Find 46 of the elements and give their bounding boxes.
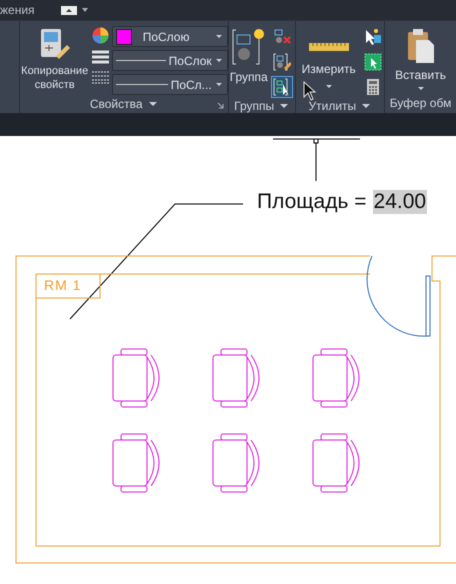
quick-select-icon[interactable] [364, 53, 382, 71]
color-wheel-icon[interactable] [92, 27, 110, 44]
caret-icon[interactable] [416, 86, 425, 91]
caret-icon[interactable] [148, 101, 158, 107]
dropdown-arrow-icon[interactable] [80, 7, 89, 13]
cursor-icon [303, 81, 317, 101]
caret-icon[interactable] [214, 34, 223, 39]
group-button[interactable]: Группа [228, 26, 269, 86]
chair-drawing [112, 348, 160, 408]
ruler-icon[interactable] [308, 40, 349, 54]
chair-drawing [312, 434, 360, 492]
caret-icon[interactable] [214, 58, 223, 63]
chair-drawing [112, 434, 160, 492]
group-tool-button[interactable] [270, 76, 293, 98]
panel-title[interactable]: Группы [234, 98, 274, 112]
room-tag: RM 1 [44, 277, 82, 293]
chair-drawing [312, 348, 360, 408]
property-dropdown[interactable]: ПоСл... [112, 74, 228, 95]
select-tool-icon[interactable] [364, 28, 382, 46]
linetype-icon[interactable] [92, 71, 110, 84]
group-tool-button[interactable] [270, 51, 293, 73]
calculator-icon[interactable] [366, 78, 380, 96]
panel-title[interactable]: Утилиты [308, 98, 356, 112]
eject-icon[interactable] [60, 6, 77, 14]
paint-brush-icon[interactable] [40, 28, 70, 60]
clipboard-icon[interactable] [406, 28, 435, 64]
caret-icon[interactable] [324, 84, 333, 89]
area-label: Площадь = [257, 190, 367, 214]
copy-properties-button[interactable]: Копирование свойств [20, 26, 90, 94]
ribbon-tab[interactable]: жения [0, 3, 35, 17]
chair-drawing [212, 434, 260, 492]
paste-button[interactable]: Вставить [385, 26, 456, 93]
chair-drawing [212, 348, 260, 408]
caret-icon[interactable] [279, 102, 290, 108]
measure-button[interactable]: Измерить [296, 26, 362, 89]
tag-frame [36, 274, 100, 298]
lineweight-icon[interactable] [92, 50, 110, 65]
property-dropdown[interactable]: ПоСлою [112, 26, 228, 47]
group-icon[interactable] [232, 28, 266, 66]
property-dropdown[interactable]: ПоСлок [112, 50, 228, 71]
panel-title[interactable]: Буфер обм [390, 96, 452, 110]
panel-title[interactable]: Свойства [90, 97, 143, 111]
launcher-icon[interactable] [216, 102, 224, 109]
caret-icon[interactable] [214, 82, 223, 87]
area-value[interactable]: 24.00 [372, 190, 428, 214]
caret-icon[interactable] [361, 102, 372, 108]
